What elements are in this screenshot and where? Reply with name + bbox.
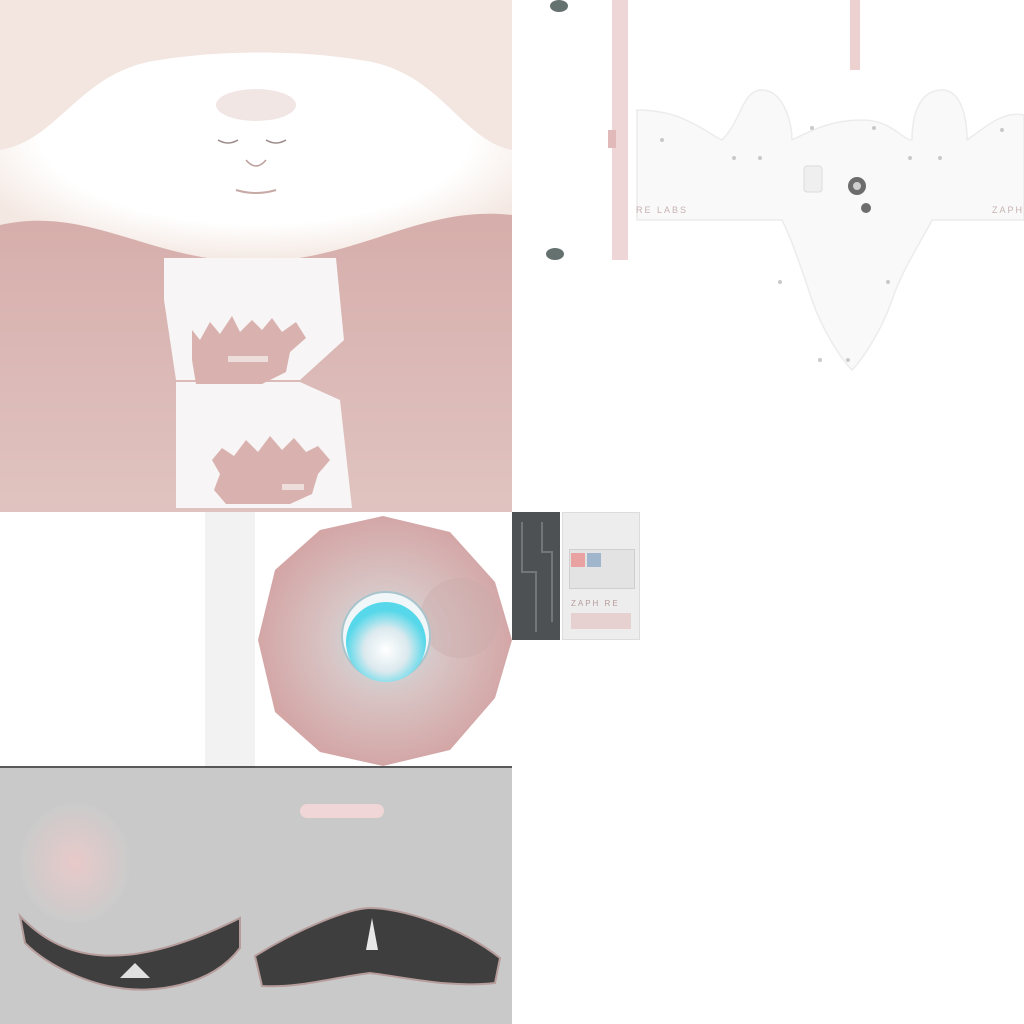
texture-label-right: ZAPH [992, 205, 1024, 215]
dark-strip-texture [512, 512, 560, 640]
eyebrow-texture [0, 768, 512, 1024]
face-skin-texture [0, 0, 512, 512]
eye-texture [0, 512, 512, 768]
texture-label-left: RE LABS [636, 205, 688, 215]
panel-lines [521, 522, 553, 632]
screw-icon [861, 203, 871, 213]
rivet-icon [546, 248, 564, 260]
card-label: ZAPH RE [571, 599, 620, 608]
cheek-blush [20, 803, 130, 923]
vertical-strip [205, 512, 255, 768]
lip-highlight [300, 804, 384, 818]
id-card-texture: ZAPH RE [562, 512, 640, 640]
suit-texture: RE LABS ZAPH [512, 0, 1024, 512]
rivet-icon [550, 0, 568, 12]
